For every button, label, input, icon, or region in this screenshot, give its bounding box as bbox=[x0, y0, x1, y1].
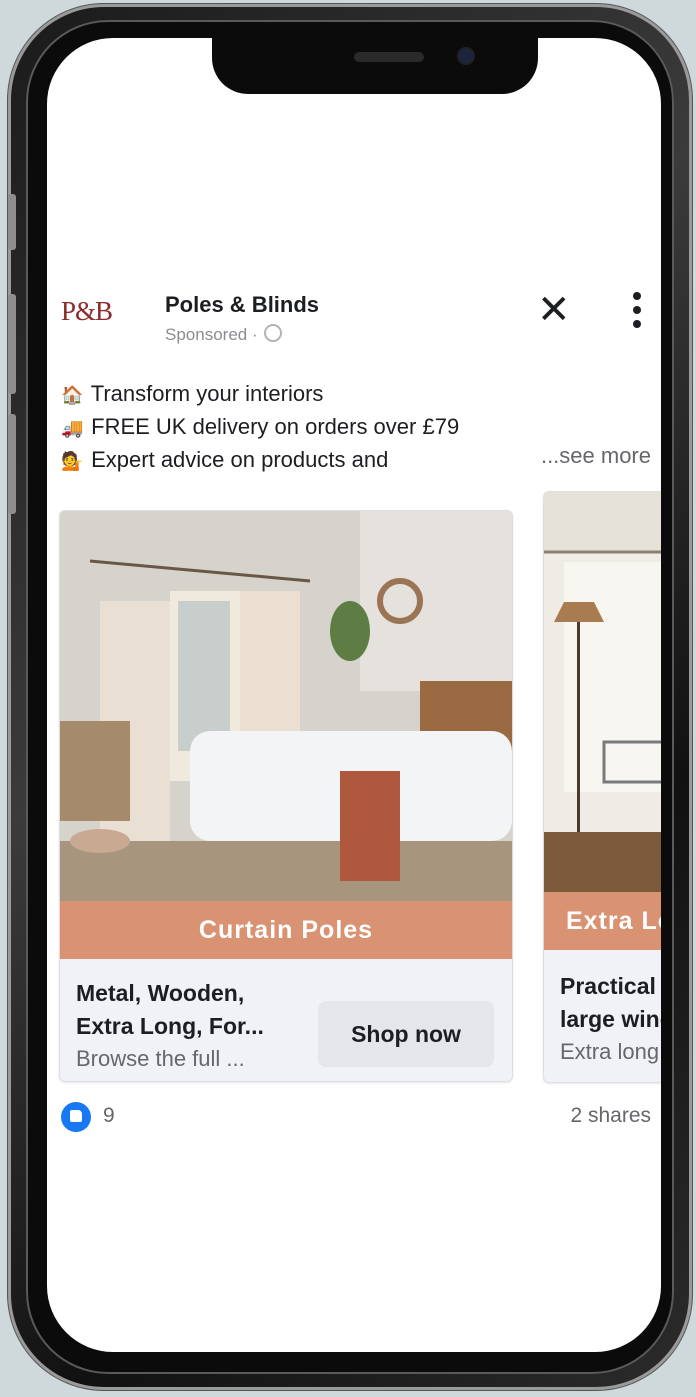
post-header: P&B Poles & Blinds Sponsored · ✕ bbox=[61, 288, 651, 348]
carousel-card[interactable]: Extra Lon Practical f large wind Extra l… bbox=[543, 491, 661, 1083]
card-tag[interactable]: Curtain Poles bbox=[60, 901, 512, 959]
ad-line-text: FREE UK delivery on orders over £79 bbox=[91, 414, 460, 439]
shop-now-button[interactable]: Shop now bbox=[318, 1001, 494, 1067]
carousel-card[interactable]: Curtain Poles Metal, Wooden, Extra Long,… bbox=[59, 510, 513, 1082]
living-room-photo[interactable] bbox=[544, 492, 661, 892]
card-title-line2: large wind bbox=[560, 1006, 661, 1032]
house-icon: 🏠 bbox=[61, 385, 84, 405]
ad-line: 🏠 Transform your interiors bbox=[61, 378, 651, 411]
ad-line-text: Transform your interiors bbox=[90, 381, 324, 406]
card-description: Extra long bbox=[560, 1039, 660, 1064]
silent-switch bbox=[8, 194, 16, 250]
volume-up-button bbox=[8, 294, 16, 394]
person-icon: 💁 bbox=[61, 451, 84, 471]
card-tag[interactable]: Extra Lon bbox=[544, 892, 661, 950]
close-icon[interactable]: ✕ bbox=[537, 290, 571, 330]
card-description: Browse the full ... bbox=[76, 1046, 245, 1071]
like-icon[interactable] bbox=[61, 1102, 91, 1132]
sponsored-text: Sponsored · bbox=[165, 325, 258, 344]
globe-icon bbox=[264, 324, 283, 342]
shares-count[interactable]: 2 shares bbox=[570, 1104, 651, 1128]
camera bbox=[459, 49, 473, 63]
phone-screen: P&B Poles & Blinds Sponsored · ✕ 🏠 Trans… bbox=[47, 38, 661, 1352]
ad-line-text: Expert advice on products and bbox=[91, 447, 389, 472]
sponsored-label: Sponsored · bbox=[165, 324, 283, 345]
card-title-line1: Practical f bbox=[560, 973, 661, 999]
more-options-icon[interactable] bbox=[633, 292, 643, 334]
volume-down-button bbox=[8, 414, 16, 514]
speaker bbox=[354, 52, 424, 62]
page-name[interactable]: Poles & Blinds bbox=[165, 292, 319, 318]
notch bbox=[212, 38, 538, 94]
page-logo[interactable]: P&B bbox=[61, 296, 113, 327]
card-title-line2: Extra Long, For... bbox=[76, 1013, 264, 1039]
see-more-link[interactable]: ...see more bbox=[541, 440, 651, 471]
ad-text: 🏠 Transform your interiors 🚚 FREE UK del… bbox=[61, 378, 651, 477]
bedroom-photo[interactable] bbox=[60, 511, 512, 901]
card-title-line1: Metal, Wooden, bbox=[76, 980, 245, 1006]
card-info: Practical f large wind Extra long bbox=[560, 970, 661, 1068]
post-footer: 9 2 shares bbox=[61, 1100, 651, 1140]
like-count[interactable]: 9 bbox=[103, 1104, 115, 1128]
truck-icon: 🚚 bbox=[61, 418, 84, 438]
